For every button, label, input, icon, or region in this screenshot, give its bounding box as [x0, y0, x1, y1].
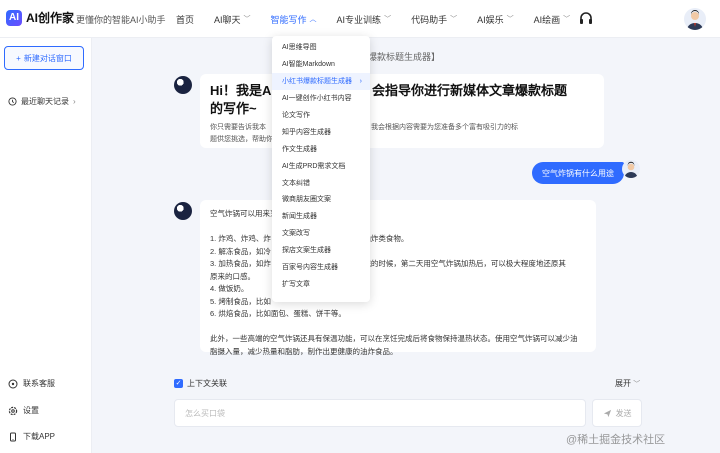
- new-chat-button[interactable]: + 新建对话窗口: [4, 46, 84, 70]
- brand-name: AI创作家: [26, 11, 75, 25]
- new-chat-label: 新建对话窗口: [23, 53, 72, 63]
- user-avatar-icon: [622, 160, 640, 178]
- chevron-down-icon: ﹀: [450, 16, 458, 23]
- nav-item[interactable]: AI绘画 ﹀: [534, 13, 571, 26]
- logo[interactable]: AI AI创作家: [6, 9, 74, 26]
- answer-line: 5. 烤制食品，比如: [210, 296, 271, 306]
- writing-menu-item[interactable]: 论文写作: [272, 107, 370, 124]
- main-nav: 首页 AI聊天 ﹀ 智能写作 ︿ AI专业训练 ﹀ 代码助手 ﹀ AI娱乐 ﹀ AI绘画 ﹀: [176, 0, 590, 38]
- logo-mark-icon: AI: [6, 9, 22, 26]
- gear-icon: [8, 406, 18, 415]
- recent-chats[interactable]: 最近聊天记录 ›: [8, 96, 76, 107]
- answer-line: 脂摄入量，减少热量和脂肪，制作出更健康的油炸食品。: [210, 346, 398, 356]
- nav-item[interactable]: AI聊天 ﹀: [214, 13, 251, 26]
- writing-menu-item[interactable]: 探店文案生成器: [272, 242, 370, 259]
- greeting-card: Hi！我是AI创 会指导你进行新媒体文章爆款标题 的写作~ 你只需要告诉我本 标题，…: [200, 74, 604, 148]
- context-toggle[interactable]: ✓ 上下文关联: [174, 378, 227, 389]
- greeting-body: 你只需要告诉我本 标题，我会根据内容需要为您准备多个富有吸引力的标 题供您挑选，帮…: [210, 124, 518, 143]
- writing-menu-item[interactable]: AI生成PRD需求文档: [272, 157, 370, 174]
- chevron-down-icon: ﹀: [506, 16, 514, 23]
- nav-item-label: 首页: [176, 14, 195, 25]
- chat-area: 红书爆款标题生成器】 Hi！我是AI创 会指导你进行新媒体文章爆款标题 的写作~ …: [92, 38, 720, 453]
- watermark: @稀土掘金技术社区: [566, 434, 666, 446]
- chevron-down-icon: ﹀: [384, 16, 392, 23]
- context-label: 上下文关联: [187, 379, 227, 388]
- writing-menu-item[interactable]: 小红书爆款标题生成器 ›: [272, 72, 370, 90]
- clock-icon: [8, 97, 17, 106]
- bot-avatar-icon: [174, 202, 192, 220]
- writing-menu-item[interactable]: 文本纠错: [272, 174, 370, 191]
- top-bar: AI AI创作家 更懂你的智能AI小助手 首页 AI聊天 ﹀ 智能写作 ︿ AI专业训练 ﹀…: [0, 0, 720, 38]
- send-icon: [603, 409, 611, 417]
- writing-menu: AI思维导图 AI智能Markdown 小红书爆款标题生成器 › AI一键创作小红书内容…: [272, 36, 370, 302]
- nav-item[interactable]: 首页: [176, 13, 194, 26]
- nav-item-label: 代码助手: [411, 14, 448, 25]
- message-input[interactable]: 怎么买口袋: [174, 399, 586, 427]
- chevron-up-icon: ︿: [309, 16, 317, 23]
- nav-item-label: AI娱乐: [477, 14, 504, 25]
- answer-line: 3. 加热食品，如炸 不完的时候，第二天用空气炸锅加热后，可以极大程度地还原其: [210, 259, 566, 268]
- plus-icon: +: [16, 53, 21, 63]
- nav-item-label: AI绘画: [533, 14, 561, 25]
- chevron-right-icon: ›: [73, 97, 76, 106]
- user-avatar-icon[interactable]: [684, 8, 706, 30]
- writing-menu-item[interactable]: 作文生成器: [272, 140, 370, 157]
- writing-menu-item[interactable]: 新闻生成器: [272, 208, 370, 225]
- user-message: 空气炸锅有什么用途: [532, 162, 624, 184]
- headset-icon[interactable]: [578, 11, 594, 27]
- expand-button[interactable]: 展开 ﹀: [615, 378, 640, 389]
- answer-line: 此外，一些高端的空气炸锅还具有保温功能，可以在烹饪完成后将食物保持温热状态。使用…: [210, 334, 578, 343]
- chevron-down-icon: ﹀: [563, 16, 571, 23]
- chevron-down-icon: ﹀: [243, 16, 251, 23]
- writing-menu-item[interactable]: 扩写文章: [272, 275, 370, 292]
- greeting-title: Hi！我是AI创 会指导你进行新媒体文章爆款标题 的写作~: [210, 83, 568, 116]
- writing-menu-item[interactable]: 知乎内容生成器: [272, 123, 370, 140]
- settings[interactable]: 设置: [8, 405, 39, 416]
- nav-item-label: AI聊天: [214, 14, 241, 25]
- recent-label: 最近聊天记录: [21, 97, 69, 106]
- answer-line: 2. 解冻食品，如冷: [210, 246, 271, 256]
- answer-line: 1. 炸鸡、炸鸡、炸 的油炸类食物。: [210, 234, 409, 243]
- answer-text: 空气炸锅可以用来烹 1. 炸鸡、炸鸡、炸 的油炸类食物。 2. 解冻食品，如冷 3. …: [210, 208, 586, 358]
- download-app[interactable]: 下载APP: [8, 431, 55, 442]
- answer-line: 4. 做饭奶。: [210, 284, 249, 293]
- writing-menu-item[interactable]: 文案改写: [272, 225, 370, 242]
- checkbox-checked-icon[interactable]: ✓: [174, 379, 183, 388]
- contact-support[interactable]: 联系客服: [8, 378, 55, 389]
- chevron-down-icon: ﹀: [633, 381, 641, 388]
- nav-item-label: AI专业训练: [336, 14, 382, 25]
- answer-card: 空气炸锅可以用来烹 1. 炸鸡、炸鸡、炸 的油炸类食物。 2. 解冻食品，如冷 3. …: [200, 200, 596, 356]
- phone-icon: [10, 432, 16, 441]
- writing-menu-item[interactable]: 百家号内容生成器: [272, 259, 370, 276]
- nav-item[interactable]: 智能写作 ︿: [271, 13, 317, 26]
- send-button[interactable]: 发送: [592, 399, 642, 427]
- writing-menu-item[interactable]: 微商朋友圈文案: [272, 191, 370, 208]
- bot-avatar-icon: [174, 76, 192, 94]
- settings-label: 设置: [23, 406, 39, 415]
- answer-line: [210, 221, 586, 234]
- answer-line: 6. 烘焙食品，比如面包、蛋糕、饼干等。: [210, 309, 346, 318]
- writing-menu-item[interactable]: AI一键创作小红书内容: [272, 90, 370, 107]
- nav-item-label: 智能写作: [270, 14, 307, 25]
- brand-slogan: 更懂你的智能AI小助手: [76, 15, 166, 25]
- nav-item[interactable]: 代码助手 ﹀: [411, 13, 457, 26]
- answer-line: 原来的口感。: [210, 271, 255, 281]
- nav-item[interactable]: AI娱乐 ﹀: [477, 13, 514, 26]
- support-icon: [8, 379, 18, 388]
- writing-menu-item[interactable]: AI思维导图: [272, 39, 370, 56]
- answer-line: [210, 321, 586, 334]
- download-label: 下载APP: [23, 432, 56, 441]
- nav-item[interactable]: AI专业训练 ﹀: [337, 13, 392, 26]
- sidebar: + 新建对话窗口 最近聊天记录 › 联系客服 设置 下载APP: [0, 38, 92, 453]
- chevron-right-icon: ›: [359, 77, 362, 85]
- answer-line: 空气炸锅可以用来烹: [210, 209, 278, 218]
- contact-label: 联系客服: [23, 379, 55, 388]
- writing-menu-item[interactable]: AI智能Markdown: [272, 56, 370, 73]
